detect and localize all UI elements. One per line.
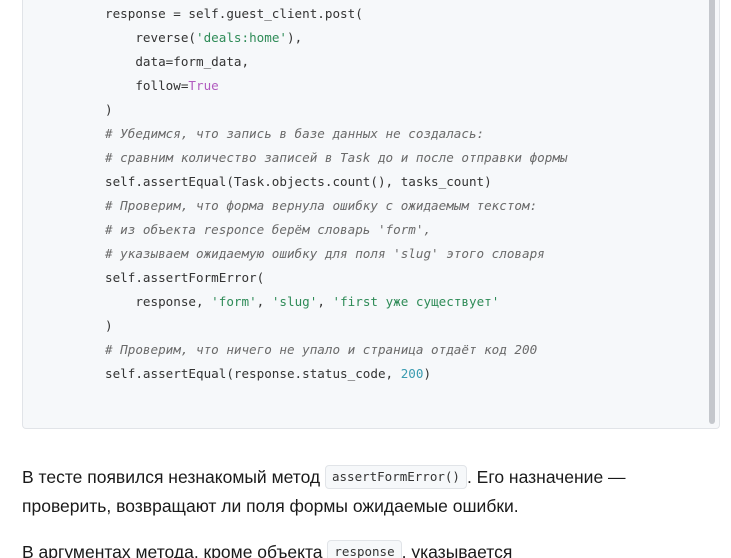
code-line: ) [105,314,113,338]
code-token-plain: ) [423,366,432,381]
code-token-plain: response, [135,294,212,309]
code-line: data=form_data, [105,50,249,74]
code-line: # сравним количество записей в Task до и… [105,146,568,170]
code-token-comment: # из объекта responce берём словарь 'for… [105,222,432,237]
code-line: # Проверим, что ничего не упало и страни… [105,338,537,362]
code-line: self.assertFormError( [105,266,264,290]
code-line: self.assertEqual(Task.objects.count(), t… [105,170,492,194]
code-line: follow=True [105,74,219,98]
code-token-plain: reverse( [135,30,197,45]
inline-code-response: response [327,540,402,558]
code-line: # Убедимся, что запись в базе данных не … [105,122,484,146]
code-token-comment: # Убедимся, что запись в базе данных не … [105,126,485,141]
code-token-plain: self.assertFormError( [105,270,265,285]
code-scrollbar[interactable] [709,0,715,424]
code-line: # из объекта responce берём словарь 'for… [105,218,431,242]
code-token-keyword: True [188,78,219,93]
code-line: reverse('deals:home'), [105,26,302,50]
paragraph-assert-form-error: В тесте появился незнакомый метод assert… [22,463,712,521]
code-token-plain: ) [105,318,113,333]
code-token-string: 'slug' [271,294,318,309]
paragraph2-text-start: В аргументах метода, кроме объекта [22,542,328,558]
code-block: response = self.guest_client.post( rever… [22,0,720,429]
code-token-plain: data=form_data, [135,54,250,69]
code-line: ) [105,98,113,122]
code-line: # Проверим, что форма вернула ошибку с о… [105,194,537,218]
code-token-number: 200 [400,366,424,381]
paragraph-method-arguments: В аргументах метода, кроме объекта respo… [22,538,712,558]
code-token-plain: follow= [135,78,189,93]
code-token-plain: , [256,294,272,309]
code-token-plain: self.assertEqual(response.status_code, [105,366,401,381]
paragraph1-text-start: В тесте появился незнакомый метод [22,467,325,487]
code-token-plain: response = self.guest_client.post( [105,6,363,21]
code-token-plain: ), [287,30,303,45]
code-line: response = self.guest_client.post( [105,2,363,26]
code-token-comment: # сравним количество записей в Task до и… [105,150,568,165]
paragraph2-text-end: , указывается [401,542,513,558]
code-line: self.assertEqual(response.status_code, 2… [105,362,431,386]
code-line: response, 'form', 'slug', 'first уже сущ… [105,290,499,314]
code-token-string: 'deals:home' [196,30,288,45]
inline-code-assertformerror: assertFormError() [325,465,467,489]
code-token-plain: ) [105,102,113,117]
code-token-string: 'first уже существует' [332,294,500,309]
code-token-comment: # указываем ожидаемую ошибку для поля 's… [105,246,545,261]
code-token-comment: # Проверим, что ничего не упало и страни… [105,342,538,357]
code-token-plain: , [317,294,333,309]
code-token-string: 'form' [211,294,257,309]
code-token-comment: # Проверим, что форма вернула ошибку с о… [105,198,538,213]
code-line: # указываем ожидаемую ошибку для поля 's… [105,242,545,266]
code-token-plain: self.assertEqual(Task.objects.count(), t… [105,174,492,189]
